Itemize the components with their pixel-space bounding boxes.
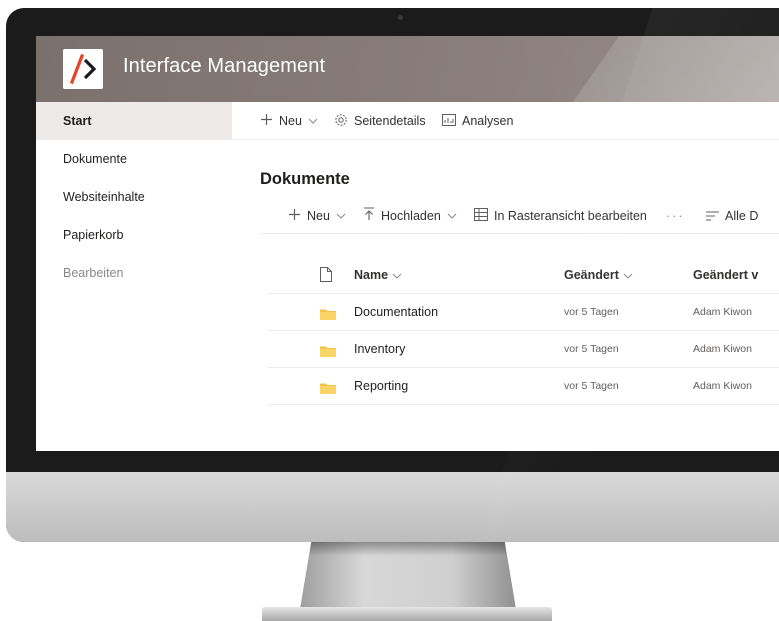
upload-icon	[363, 207, 375, 225]
nav-item-start[interactable]: Start	[36, 102, 232, 140]
logo-icon	[69, 53, 97, 85]
folder-icon	[320, 334, 336, 357]
file-type-header[interactable]	[320, 256, 340, 294]
new-button-label: Neu	[279, 114, 302, 128]
item-modified: vor 5 Tagen	[564, 306, 619, 318]
document-list: Name Geändert Geändert v Documentation v…	[268, 256, 779, 405]
list-item[interactable]: Documentation vor 5 Tagen Adam Kiwon	[268, 294, 779, 331]
item-name[interactable]: Inventory	[354, 331, 405, 368]
item-modified-by[interactable]: Adam Kiwon	[693, 294, 752, 331]
new-button[interactable]: Neu	[260, 102, 318, 140]
library-new-button[interactable]: Neu	[288, 198, 346, 234]
chevron-down-icon	[392, 270, 402, 282]
screen: Interface Management Start Dokumente Web…	[36, 36, 779, 451]
page-command-bar: Neu Seitendetails Analysen	[232, 102, 779, 140]
site-title[interactable]: Interface Management	[123, 55, 325, 78]
upload-label: Hochladen	[381, 209, 441, 223]
plus-icon	[260, 113, 273, 129]
item-modified-by[interactable]: Adam Kiwon	[693, 331, 752, 368]
grid-edit-button[interactable]: In Rasteransicht bearbeiten	[474, 198, 647, 234]
chevron-down-icon	[447, 210, 457, 222]
left-navigation: Start Dokumente Websiteinhalte Papierkor…	[36, 102, 232, 451]
item-modified-by[interactable]: Adam Kiwon	[693, 368, 752, 405]
item-modified: vor 5 Tagen	[564, 343, 619, 355]
library-title[interactable]: Dokumente	[260, 170, 350, 189]
grid-edit-label: In Rasteransicht bearbeiten	[494, 209, 647, 223]
monitor-base	[262, 607, 552, 621]
plus-icon	[288, 208, 301, 225]
folder-icon	[320, 371, 336, 394]
file-icon	[320, 259, 332, 297]
column-header-modified-by[interactable]: Geändert v	[693, 256, 758, 294]
list-item[interactable]: Reporting vor 5 Tagen Adam Kiwon	[268, 368, 779, 405]
library-command-bar: Neu Hochladen In Rasteransicht bearbeite…	[260, 198, 779, 234]
item-name[interactable]: Reporting	[354, 368, 408, 405]
upload-button[interactable]: Hochladen	[363, 198, 457, 234]
camera-dot	[398, 15, 403, 20]
item-modified: vor 5 Tagen	[564, 380, 619, 392]
view-selector-label: Alle D	[725, 209, 759, 223]
chevron-down-icon	[308, 115, 318, 127]
nav-item-websiteinhalte[interactable]: Websiteinhalte	[36, 178, 232, 216]
main-content: Dokumente Neu Hochladen In Rasteransicht…	[232, 140, 779, 451]
more-options-button[interactable]: ···	[666, 198, 685, 234]
column-header-name[interactable]: Name	[354, 256, 402, 294]
folder-icon-cell	[320, 294, 340, 331]
folder-icon-cell	[320, 331, 340, 368]
column-header-name-label: Name	[354, 268, 389, 282]
chevron-down-icon	[623, 270, 633, 282]
site-logo[interactable]	[63, 49, 103, 89]
grid-icon	[474, 207, 488, 225]
nav-item-papierkorb[interactable]: Papierkorb	[36, 216, 232, 254]
list-item[interactable]: Inventory vor 5 Tagen Adam Kiwon	[268, 331, 779, 368]
column-header-modified[interactable]: Geändert	[564, 256, 633, 294]
view-selector[interactable]: Alle D	[706, 198, 758, 234]
stand-shadow	[309, 542, 507, 556]
library-new-label: Neu	[307, 209, 330, 223]
item-name[interactable]: Documentation	[354, 294, 438, 331]
column-header-modified-label: Geändert	[564, 268, 619, 282]
site-header: Interface Management	[36, 36, 779, 102]
monitor-chin	[6, 472, 779, 542]
nav-item-dokumente[interactable]: Dokumente	[36, 140, 232, 178]
nav-item-bearbeiten[interactable]: Bearbeiten	[36, 254, 232, 292]
filter-lines-icon	[706, 208, 719, 225]
page-details-button[interactable]: Seitendetails	[334, 102, 426, 140]
gear-icon	[334, 113, 348, 130]
monitor-frame: Interface Management Start Dokumente Web…	[6, 8, 779, 542]
analytics-icon	[442, 113, 456, 129]
header-glare	[572, 36, 779, 102]
analytics-button[interactable]: Analysen	[442, 102, 513, 140]
folder-icon	[320, 297, 336, 320]
chevron-down-icon	[336, 210, 346, 222]
analytics-label: Analysen	[462, 114, 514, 128]
list-header-row: Name Geändert Geändert v	[268, 256, 779, 294]
folder-icon-cell	[320, 368, 340, 405]
page-details-label: Seitendetails	[354, 114, 426, 128]
